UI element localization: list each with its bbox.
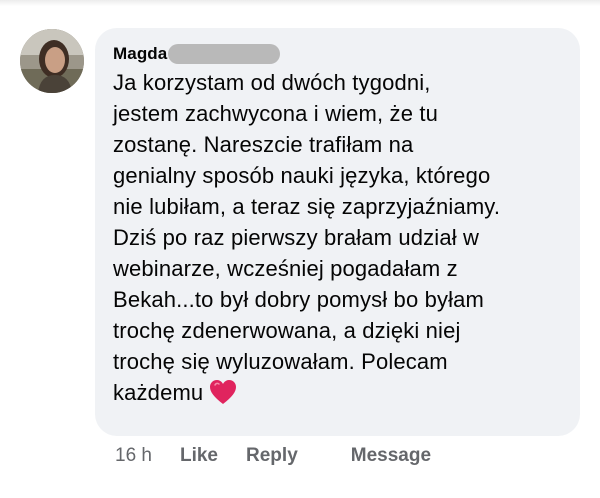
- avatar[interactable]: [20, 29, 84, 93]
- message-button[interactable]: Message: [351, 445, 431, 467]
- comment-text: Ja korzystam od dwóch tygodni, jestem za…: [113, 67, 575, 413]
- comment-actions: 16 h Like Reply Message: [115, 444, 431, 468]
- avatar-photo-icon: [20, 29, 84, 93]
- comment-line: Dziś po raz pierwszy brałam udział w: [113, 225, 480, 250]
- comment-bubble: Magda Ja korzystam od dwóch tygodni, jes…: [95, 28, 580, 436]
- comment-line-text: każdemu: [113, 380, 204, 405]
- comment-line: jestem zachwycona i wiem, że tu: [113, 101, 438, 126]
- author-name[interactable]: Magda: [113, 44, 167, 64]
- comment-line: webinarze, wcześniej pogadałam z: [113, 256, 458, 281]
- comment-line: genialny sposób nauki języka, którego: [113, 163, 491, 188]
- reply-button[interactable]: Reply: [246, 445, 298, 467]
- comment-screenshot: Magda Ja korzystam od dwóch tygodni, jes…: [0, 0, 600, 498]
- name-redaction: [168, 44, 281, 64]
- comment-line: Bekah...to był dobry pomysł bo byłam: [113, 287, 485, 312]
- comment-line: trochę zdenerwowana, a dzięki niej: [113, 318, 461, 343]
- red-heart-icon: [209, 379, 237, 413]
- timestamp[interactable]: 16 h: [115, 445, 152, 467]
- comment-line: trochę się wyluzowałam. Polecam: [113, 349, 448, 374]
- comment-line: nie lubiłam, a teraz się zaprzyjaźniamy.: [113, 194, 501, 219]
- comment-line-last: każdemu: [113, 377, 575, 413]
- top-edge-divider: [0, 0, 600, 6]
- author-row: Magda: [113, 42, 281, 66]
- comment-line: zostanę. Nareszcie trafiłam na: [113, 132, 414, 157]
- comment-line: Ja korzystam od dwóch tygodni,: [113, 70, 431, 95]
- like-button[interactable]: Like: [180, 445, 218, 467]
